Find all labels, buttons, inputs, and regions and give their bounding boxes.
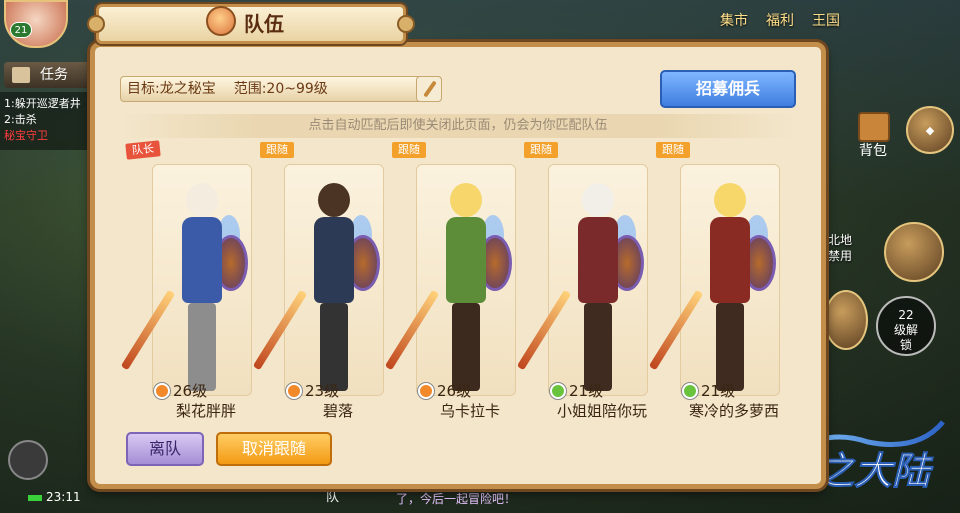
quest-list[interactable]: 1:躲开巡逻者井 2:击杀 秘宝守卫 [0, 92, 98, 150]
team-member-card[interactable]: 跟随 23级 碧落 [252, 140, 384, 430]
menu-welfare[interactable]: 福利 [766, 10, 794, 30]
member-name: 碧落 [322, 402, 353, 420]
member-role-tag: 跟随 [656, 142, 690, 158]
team-member-card[interactable]: 队长 26级 梨花胖胖 [120, 140, 252, 430]
cancel-follow-button[interactable]: 取消跟随 [216, 432, 332, 466]
match-hint: 点击自动匹配后即使关闭此页面，仍会为你匹配队伍 [118, 114, 798, 138]
menu-kingdom[interactable]: 王国 [812, 10, 840, 30]
head [714, 183, 746, 217]
decor-knot [397, 15, 415, 33]
head [186, 183, 218, 217]
member-role-tag: 跟随 [524, 142, 558, 158]
page-title: 队伍 [244, 12, 284, 36]
member-level: 21级 [569, 382, 604, 400]
decor-knot [87, 15, 105, 33]
torso [446, 217, 486, 303]
character-figure [648, 175, 776, 395]
weapon [384, 289, 440, 371]
member-level-row: 23级 [286, 380, 396, 401]
member-name: 小姐姐陪你玩 [556, 402, 647, 420]
range-label: 范围:20~99级 [233, 81, 328, 97]
head [318, 183, 350, 217]
member-level: 23级 [305, 382, 340, 400]
top-menu: 集市 福利 王国 [720, 10, 840, 30]
quest-tab-label: 任务 [40, 67, 68, 83]
member-level-row: 26级 [154, 380, 264, 401]
target-bar[interactable]: 目标:龙之秘宝 范围:20~99级 [120, 76, 442, 102]
member-role-tag: 跟随 [392, 142, 426, 158]
bag-button[interactable]: 背包 [846, 108, 900, 164]
leaf-skill-icon[interactable] [824, 290, 868, 350]
partial-label: 北地 禁用 [828, 233, 853, 263]
member-name: 寒冷的多萝西 [688, 402, 779, 420]
member-portrait [648, 164, 780, 396]
settings-gear-icon[interactable]: ◆ [906, 106, 954, 154]
chat-message[interactable]: 了，今后一起冒险吧！ [396, 490, 516, 507]
plus-icon [682, 382, 698, 399]
clock: 23:11 [46, 490, 81, 504]
legs [188, 303, 216, 391]
target-label: 目标:龙之秘宝 [127, 81, 216, 97]
quest-icon [12, 67, 30, 83]
up-arrow-icon [286, 382, 302, 399]
quest-tab[interactable]: 任务 [4, 62, 96, 88]
torso [578, 217, 618, 303]
head [450, 183, 482, 217]
member-level: 26级 [173, 382, 208, 400]
head [582, 183, 614, 217]
status-bar: 23:11 [28, 490, 81, 504]
character-figure [252, 175, 380, 395]
legs [716, 303, 744, 391]
weapon [516, 289, 572, 371]
character-figure [516, 175, 644, 395]
team-member-card[interactable]: 跟随 21级 小姐姐陪你玩 [516, 140, 648, 430]
member-role-tag: 跟随 [260, 142, 294, 158]
menu-market[interactable]: 集市 [720, 10, 748, 30]
up-arrow-icon [154, 382, 170, 399]
member-portrait [516, 164, 648, 396]
team-member-card[interactable]: 跟随 26级 乌卡拉卡 [384, 140, 516, 430]
member-portrait [384, 164, 516, 396]
character-figure [384, 175, 512, 395]
member-portrait [252, 164, 384, 396]
member-name: 乌卡拉卡 [439, 402, 500, 420]
battery-icon [28, 495, 42, 501]
member-name: 梨花胖胖 [175, 402, 236, 420]
quest-item-2[interactable]: 2:击杀 秘宝守卫 [4, 112, 94, 144]
horse-mount-icon[interactable] [8, 440, 48, 480]
weapon [648, 289, 704, 371]
leave-team-button[interactable]: 离队 [126, 432, 204, 466]
legs [320, 303, 348, 391]
member-role-tag: 队长 [125, 140, 161, 160]
torso [182, 217, 222, 303]
skill-icon[interactable] [884, 222, 944, 282]
character-figure [120, 175, 248, 395]
member-level-row: 21级 [550, 380, 660, 401]
avatar-level-badge: 21 [10, 22, 32, 38]
up-arrow-icon [418, 382, 434, 399]
member-list: 队长 26级 梨花胖胖 跟随 23级 碧落 跟随 26级 乌卡拉卡 跟随 21级… [120, 140, 786, 430]
member-portrait [120, 164, 252, 396]
member-level: 21级 [701, 382, 736, 400]
legs [452, 303, 480, 391]
quest-item-1[interactable]: 1:躲开巡逻者井 [4, 96, 94, 112]
member-level: 26级 [437, 382, 472, 400]
recruit-mercenary-button[interactable]: 招募佣兵 [660, 70, 796, 108]
plus-icon [550, 382, 566, 399]
locked-slot: 22 级解 锁 [876, 296, 936, 356]
member-level-row: 21级 [682, 380, 792, 401]
team-member-card[interactable]: 跟随 21级 寒冷的多萝西 [648, 140, 780, 430]
team-title-icon [206, 6, 236, 36]
torso [710, 217, 750, 303]
edit-pen-icon[interactable] [416, 76, 442, 102]
member-level-row: 26级 [418, 380, 528, 401]
legs [584, 303, 612, 391]
torso [314, 217, 354, 303]
weapon [252, 289, 308, 371]
